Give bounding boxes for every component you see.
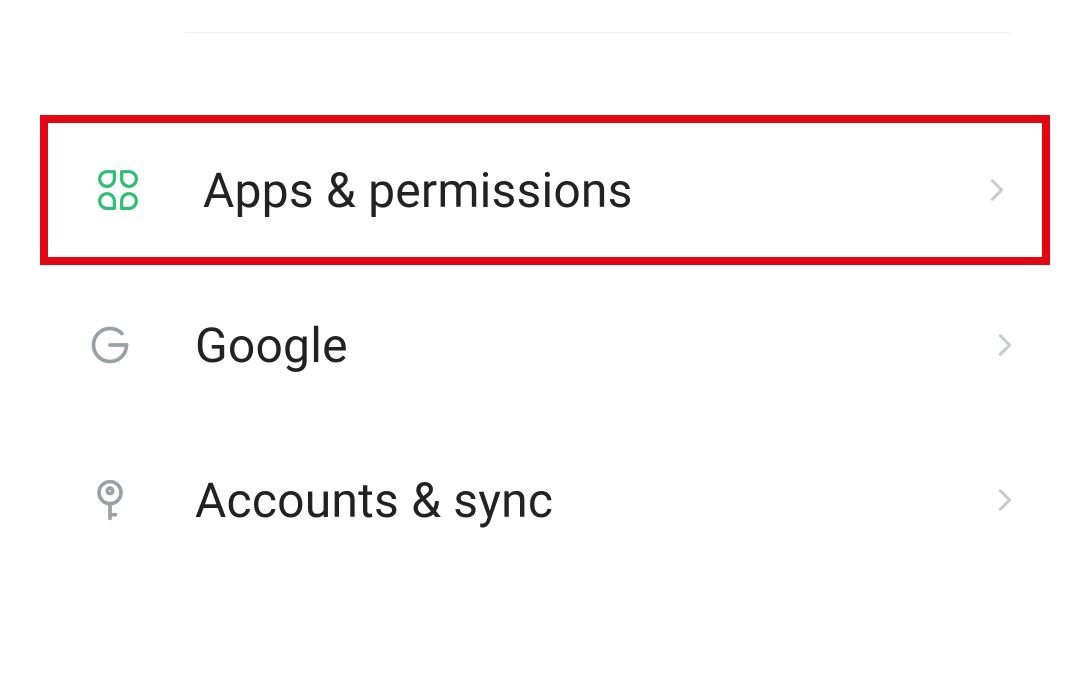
- settings-item-accounts-sync[interactable]: Accounts & sync: [40, 425, 1050, 575]
- apps-icon: [93, 165, 143, 215]
- settings-list: Apps & permissions Google: [40, 115, 1050, 575]
- settings-item-label: Apps & permissions: [203, 162, 982, 219]
- settings-item-apps-permissions[interactable]: Apps & permissions: [40, 115, 1050, 265]
- settings-item-label: Accounts & sync: [195, 472, 990, 529]
- chevron-right-icon: [982, 175, 1012, 205]
- divider: [185, 32, 1010, 33]
- google-icon: [85, 320, 135, 370]
- settings-item-label: Google: [195, 317, 990, 374]
- settings-item-google[interactable]: Google: [40, 270, 1050, 420]
- chevron-right-icon: [990, 330, 1020, 360]
- chevron-right-icon: [990, 485, 1020, 515]
- key-icon: [85, 475, 135, 525]
